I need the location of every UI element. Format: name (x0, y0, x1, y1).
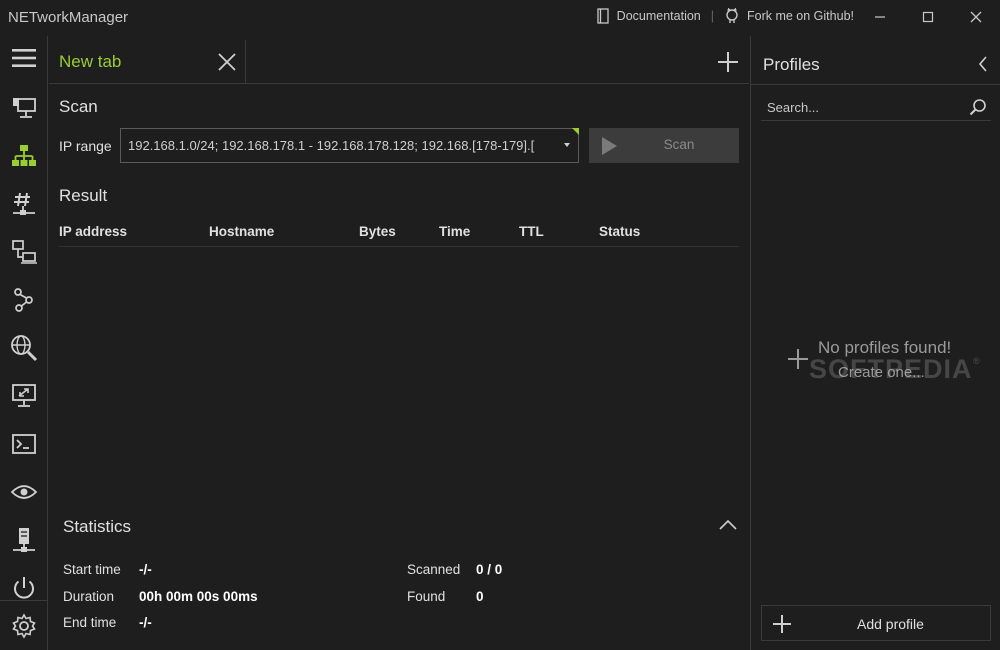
port-scanner-icon (13, 192, 35, 215)
validation-corner-marker (572, 128, 579, 135)
github-link[interactable]: Fork me on Github! (724, 8, 854, 24)
nav-dns-lookup[interactable] (0, 326, 48, 370)
ip-range-value[interactable]: 192.168.1.0/24; 192.168.178.1 - 192.168.… (128, 138, 548, 153)
tab-strip: New tab (49, 40, 749, 84)
traceroute-icon (14, 288, 33, 312)
chevron-down-icon[interactable] (564, 143, 570, 147)
add-profile-label: Add profile (857, 616, 924, 632)
column-header-ttl[interactable]: TTL (519, 224, 544, 239)
profiles-panel: Profiles Search... No profiles found! Cr… (750, 36, 1000, 650)
nav-remote-desktop[interactable] (0, 374, 48, 418)
scan-button-label: Scan (663, 137, 695, 152)
maximize-icon (922, 11, 934, 23)
network-interface-icon (13, 98, 36, 118)
wake-on-lan-icon (14, 577, 34, 599)
column-header-hostname[interactable]: Hostname (209, 224, 274, 239)
lookup-icon (10, 485, 38, 499)
left-navigation (0, 36, 48, 650)
scan-heading: Scan (59, 97, 98, 116)
nav-ip-scanner[interactable] (0, 134, 48, 178)
window-controls (856, 0, 1000, 34)
profiles-header-divider (751, 84, 1000, 85)
tab-label: New tab (59, 52, 122, 71)
nav-port-scanner[interactable] (0, 182, 48, 226)
plus-icon (773, 615, 791, 633)
profile-search-input[interactable]: Search... (767, 100, 819, 115)
terminal-icon (12, 434, 36, 454)
app-title: NETworkManager (8, 9, 129, 26)
result-heading: Result (59, 186, 108, 205)
search-icon[interactable] (969, 98, 987, 116)
statistics-heading: Statistics (63, 517, 132, 536)
watermark-registered-mark: ® (973, 356, 980, 366)
github-octocat-icon (726, 8, 738, 23)
dns-lookup-icon (11, 335, 38, 362)
nav-network-interface[interactable] (0, 86, 48, 130)
column-header-bytes[interactable]: Bytes (359, 224, 396, 239)
tab-new-tab[interactable]: New tab (49, 40, 246, 84)
nav-lookup[interactable] (0, 470, 48, 514)
settings-gear-icon (12, 613, 36, 639)
maximize-button[interactable] (904, 0, 952, 34)
start-time-label: Start time (63, 562, 121, 577)
nav-settings[interactable] (0, 604, 48, 648)
server-icon (13, 528, 35, 552)
title-separator: | (710, 9, 714, 23)
title-bar: NETworkManager Documentation | Fork me o… (0, 0, 1000, 36)
duration-label: Duration (63, 589, 115, 604)
book-icon (597, 8, 609, 24)
column-header-ip-address[interactable]: IP address (59, 224, 127, 239)
end-time-label: End time (63, 615, 117, 630)
profiles-empty-state: No profiles found! Create one... (787, 336, 987, 384)
ip-scanner-panel: Scan IP range 192.168.1.0/24; 192.168.17… (49, 85, 749, 650)
tab-close-icon[interactable] (217, 52, 237, 72)
add-profile-button[interactable]: Add profile (761, 605, 991, 641)
minimize-icon (875, 16, 885, 18)
result-table-header: IP address Hostname Bytes Time TTL Statu… (59, 217, 739, 247)
add-tab-icon[interactable] (717, 51, 739, 73)
profile-search-field[interactable]: Search... (761, 93, 991, 121)
github-label: Fork me on Github! (747, 9, 854, 23)
close-icon (970, 11, 982, 23)
ip-scanner-icon (12, 145, 36, 166)
documentation-label: Documentation (616, 9, 701, 23)
ip-range-label: IP range (59, 138, 112, 154)
ping-icon (12, 240, 37, 264)
chevron-up-icon[interactable] (719, 519, 737, 531)
minimize-button[interactable] (856, 0, 904, 34)
column-header-time[interactable]: Time (439, 224, 470, 239)
found-value: 0 (476, 589, 484, 604)
found-label: Found (407, 589, 446, 604)
scanned-label: Scanned (407, 562, 461, 577)
nav-terminal[interactable] (0, 422, 48, 466)
end-time-value: -/- (139, 615, 152, 630)
plus-icon[interactable] (787, 348, 809, 370)
create-profile-link[interactable]: Create one... (838, 364, 925, 381)
chevron-left-icon[interactable] (978, 56, 988, 72)
scanned-value: 0 / 0 (476, 562, 503, 577)
column-header-status[interactable]: Status (599, 224, 640, 239)
nav-menu-button[interactable] (0, 36, 48, 80)
documentation-link[interactable]: Documentation (596, 8, 701, 24)
ip-range-combobox[interactable]: 192.168.1.0/24; 192.168.178.1 - 192.168.… (120, 128, 579, 163)
start-time-value: -/- (139, 562, 152, 577)
nav-ping[interactable] (0, 230, 48, 274)
remote-desktop-icon (12, 384, 36, 407)
title-links: Documentation | Fork me on Github! (596, 8, 854, 24)
no-profiles-text: No profiles found! (818, 338, 952, 357)
duration-value: 00h 00m 00s 00ms (139, 589, 258, 604)
nav-traceroute[interactable] (0, 278, 48, 322)
scan-button[interactable]: Scan (589, 128, 739, 163)
nav-separator (0, 600, 48, 601)
nav-server[interactable] (0, 518, 48, 562)
profiles-title: Profiles (763, 55, 820, 74)
hamburger-menu-icon (12, 49, 36, 67)
close-window-button[interactable] (952, 0, 1000, 34)
